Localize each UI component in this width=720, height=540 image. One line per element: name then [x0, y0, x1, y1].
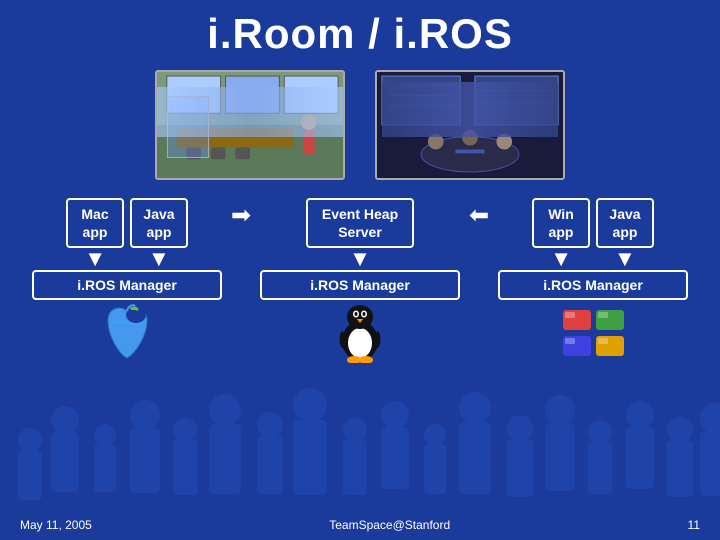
java-app-right-box: Javaapp — [596, 198, 654, 248]
apple-logo-svg — [100, 303, 155, 363]
diagram-section: Macapp Javaapp ➡ Event HeapServer ➡ Wina… — [20, 198, 700, 365]
boxes-row: Macapp Javaapp ➡ Event HeapServer ➡ Wina… — [20, 198, 700, 248]
down-arrows-row: ▼ ▼ ▼ ▼ ▼ — [20, 248, 700, 270]
center-manager-block: i.ROS Manager — [260, 270, 460, 300]
linux-logo-block — [260, 300, 460, 365]
java-left-down-arrow: ▼ — [148, 248, 170, 270]
right-manager-block: i.ROS Manager — [498, 270, 688, 300]
left-down-arrows: ▼ ▼ — [32, 248, 222, 270]
center-down-arrow: ▼ — [260, 248, 460, 270]
event-heap-down-arrow: ▼ — [349, 248, 371, 270]
right-down-arrows: ▼ ▼ — [498, 248, 688, 270]
managers-row: i.ROS Manager i.ROS Manager i.ROS Manage… — [20, 270, 700, 300]
right-iros-manager: i.ROS Manager — [498, 270, 688, 300]
photo-conference-room-left — [155, 70, 345, 180]
tux-penguin-logo — [320, 300, 400, 365]
apple-logo — [87, 300, 167, 365]
center-block: Event HeapServer — [260, 198, 460, 248]
mac-app-box: Macapp — [66, 198, 124, 248]
left-dual-apps: Macapp Javaapp — [66, 198, 188, 248]
center-iros-manager: i.ROS Manager — [260, 270, 460, 300]
left-iros-manager: i.ROS Manager — [32, 270, 222, 300]
java-right-down-arrow: ▼ — [614, 248, 636, 270]
slide-title: i.Room / i.ROS — [207, 10, 513, 58]
win-app-box: Winapp — [532, 198, 590, 248]
windows-logo-block — [498, 300, 688, 365]
windows-logo — [553, 300, 633, 365]
mac-app-down-arrow: ▼ — [84, 248, 106, 270]
left-apps-block: Macapp Javaapp — [32, 198, 222, 248]
windows-logo-svg — [561, 308, 626, 358]
photo-conference-room-right — [375, 70, 565, 180]
photo-left-svg — [157, 70, 343, 180]
slide-content: i.Room / i.ROS — [0, 0, 720, 540]
tux-penguin-svg — [336, 303, 384, 363]
win-app-down-arrow: ▼ — [550, 248, 572, 270]
right-apps-block: Winapp Javaapp — [498, 198, 688, 248]
arrow-center-to-right: ➡ — [464, 201, 494, 245]
photo-right-svg — [377, 70, 563, 180]
apple-logo-block — [32, 300, 222, 365]
arrow-left-to-center: ➡ — [226, 201, 256, 245]
java-app-left-box: Javaapp — [130, 198, 188, 248]
right-dual-apps: Winapp Javaapp — [532, 198, 654, 248]
logos-row — [20, 300, 700, 365]
event-heap-server-box: Event HeapServer — [306, 198, 414, 248]
photos-row — [155, 70, 565, 180]
left-manager-block: i.ROS Manager — [32, 270, 222, 300]
